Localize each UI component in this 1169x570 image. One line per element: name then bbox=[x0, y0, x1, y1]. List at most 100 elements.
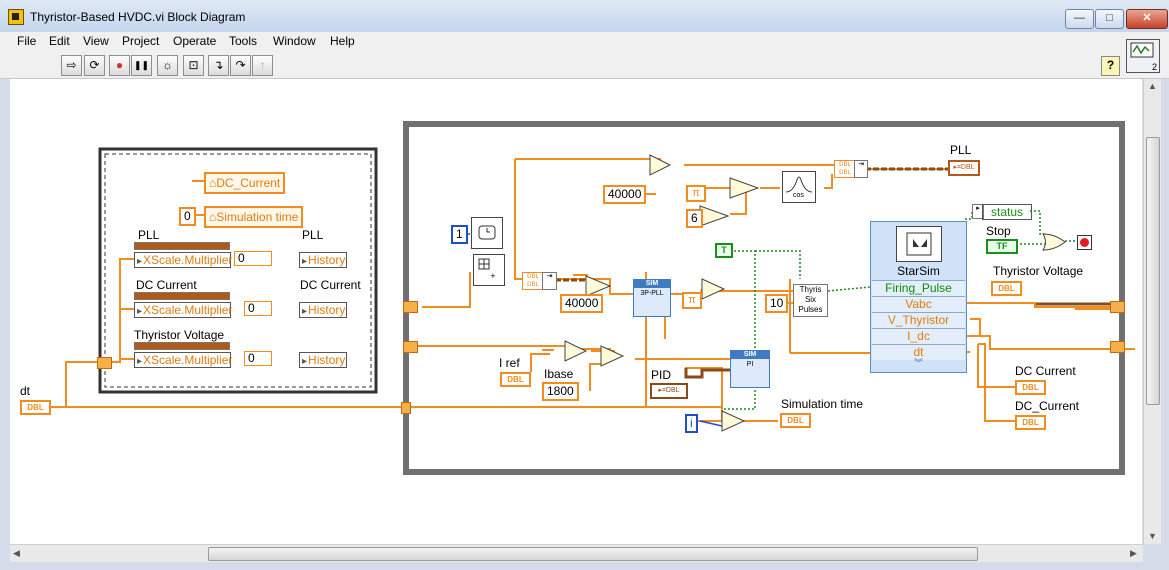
bundle-by-name-icon[interactable]: + bbox=[473, 254, 505, 286]
status-unbundle[interactable]: status bbox=[982, 204, 1033, 220]
three-phase-pll-block[interactable]: SIM 3P-PLL bbox=[633, 279, 671, 317]
menu-edit[interactable]: Edit bbox=[49, 34, 70, 48]
pll-output-indicator[interactable]: ▸⌗DBL bbox=[948, 160, 980, 176]
stop-button-terminal[interactable]: TF bbox=[986, 239, 1018, 254]
loop-condition-terminal bbox=[1077, 235, 1092, 250]
toolbar: ⇨ ⟳ ● ❚❚ ☼ ⊡ ↴ ↷ ↑ bbox=[0, 52, 1169, 79]
thyristor-voltage-index[interactable]: 0 bbox=[244, 351, 272, 366]
build-array-out: ⇥ bbox=[854, 160, 868, 178]
thyristor-voltage-history[interactable]: History bbox=[299, 352, 347, 368]
starsim-thyristor-icon bbox=[896, 226, 942, 262]
dc-current-local-indicator[interactable]: DBL bbox=[1015, 415, 1046, 430]
simulation-time-indicator[interactable]: DBL bbox=[780, 413, 811, 428]
cos-label: cos bbox=[793, 192, 804, 199]
dc-current-xscale-multiplier[interactable]: XScale.Multiplier bbox=[134, 302, 232, 318]
minimize-button[interactable]: — bbox=[1065, 9, 1094, 29]
menu-project[interactable]: Project bbox=[122, 34, 159, 48]
cos-function-icon[interactable]: cos bbox=[782, 171, 816, 203]
simulation-time-local-variable[interactable]: ⌂Simulation time bbox=[204, 206, 304, 228]
pll-xscale-multiplier[interactable]: XScale.Multiplier bbox=[134, 252, 232, 268]
retain-wire-values-button[interactable]: ⊡ bbox=[183, 55, 204, 76]
starsim-row-v-thyristor[interactable]: V_Thyristor bbox=[872, 312, 965, 328]
thyristor-voltage-property-node-header bbox=[134, 342, 230, 350]
thyristor-voltage-label: Thyristor Voltage bbox=[993, 264, 1084, 278]
menu-bar: File Edit View Project Operate Tools Win… bbox=[0, 32, 1169, 52]
iteration-terminal: i bbox=[685, 414, 698, 433]
dbl-array-indicator: DBL DBL bbox=[522, 272, 544, 290]
i-ref-control[interactable]: DBL bbox=[500, 372, 531, 387]
highlight-execution-button[interactable]: ☼ bbox=[157, 55, 178, 76]
pi-constant-mid[interactable]: π bbox=[682, 292, 702, 309]
context-help-button[interactable]: ? bbox=[1101, 56, 1120, 76]
step-into-button[interactable]: ↴ bbox=[208, 55, 229, 76]
scroll-left-icon[interactable]: ◀ bbox=[13, 548, 20, 559]
ibase-constant[interactable]: 1800 bbox=[542, 382, 579, 401]
vi-icon: 2 bbox=[1126, 39, 1160, 73]
wait-timer-icon[interactable] bbox=[471, 217, 503, 249]
dt-control[interactable]: DBL bbox=[20, 400, 51, 415]
forty-thousand-constant-top[interactable]: 40000 bbox=[603, 185, 647, 204]
pll-history[interactable]: History bbox=[299, 252, 347, 268]
thyristor-voltage-indicator[interactable]: DBL bbox=[991, 281, 1022, 296]
dc-current-indicator[interactable]: DBL bbox=[1015, 380, 1046, 395]
starsim-node[interactable]: StarSim Firing_Pulse Vabc V_Thyristor I_… bbox=[870, 221, 967, 373]
divide-node-2 bbox=[699, 205, 730, 227]
multiply-node bbox=[721, 410, 746, 432]
dbl-array-out: DBL DBL bbox=[834, 160, 856, 178]
shift-register-right-1 bbox=[1110, 301, 1125, 313]
maximize-button[interactable]: □ bbox=[1095, 9, 1124, 29]
six-constant[interactable]: 6 bbox=[686, 209, 703, 228]
thyristor-voltage-xscale-multiplier[interactable]: XScale.Multiplier bbox=[134, 352, 232, 368]
run-continuously-button[interactable]: ⟳ bbox=[84, 55, 105, 76]
pause-button[interactable]: ❚❚ bbox=[131, 55, 152, 76]
ten-constant[interactable]: 10 bbox=[765, 294, 789, 313]
dc-current-local-label: DC_Current bbox=[1015, 399, 1080, 413]
dc-current-local-variable[interactable]: ⌂DC_Current bbox=[204, 172, 286, 194]
build-array-icon: ⇥ bbox=[542, 272, 557, 290]
pi-constant-top[interactable]: π bbox=[686, 185, 706, 202]
menu-tools[interactable]: Tools bbox=[229, 34, 257, 48]
thyristor-six-pulses-block[interactable]: Thyris Six Pulses bbox=[793, 284, 828, 317]
menu-help[interactable]: Help bbox=[330, 34, 355, 48]
scroll-up-icon[interactable]: ▲ bbox=[1148, 81, 1157, 91]
pll-index[interactable]: 0 bbox=[234, 251, 272, 266]
abort-button[interactable]: ● bbox=[109, 55, 130, 76]
true-constant[interactable]: T bbox=[715, 243, 733, 258]
pi-controller-block[interactable]: SIM PI bbox=[730, 350, 770, 388]
divide-node-5 bbox=[600, 345, 625, 367]
horizontal-scroll-thumb[interactable] bbox=[208, 547, 978, 561]
svg-text:+: + bbox=[490, 272, 496, 280]
shift-register-left-1 bbox=[403, 301, 418, 313]
horizontal-scrollbar[interactable]: ◀ ▶ bbox=[10, 544, 1143, 562]
menu-view[interactable]: View bbox=[83, 34, 109, 48]
starsim-icon-graphic bbox=[906, 232, 932, 256]
block-diagram-canvas[interactable]: ⌂DC_Current 0 ⌂Simulation time PLL XScal… bbox=[10, 79, 1142, 544]
wait-timer-graphic bbox=[478, 225, 496, 240]
pll-block-body: 3P-PLL bbox=[640, 290, 664, 297]
step-out-button[interactable]: ↑ bbox=[252, 55, 273, 76]
starsim-row-i-dc[interactable]: I_dc bbox=[872, 328, 965, 344]
scroll-down-icon[interactable]: ▼ bbox=[1148, 531, 1157, 541]
vertical-scrollbar[interactable]: ▲ ▼ bbox=[1143, 79, 1161, 544]
one-constant[interactable]: 1 bbox=[451, 225, 468, 244]
or-gate bbox=[1042, 233, 1066, 251]
pid-cluster-control[interactable]: ▸⌗DBL bbox=[650, 383, 688, 399]
vertical-scroll-thumb[interactable] bbox=[1146, 137, 1160, 405]
simulation-time-label: Simulation time bbox=[781, 397, 864, 411]
run-button[interactable]: ⇨ bbox=[61, 55, 82, 76]
dc-current-history[interactable]: History bbox=[299, 302, 347, 318]
zero-constant[interactable]: 0 bbox=[179, 207, 196, 226]
menu-file[interactable]: File bbox=[17, 34, 36, 48]
starsim-row-firing-pulse[interactable]: Firing_Pulse bbox=[872, 280, 965, 296]
close-button[interactable]: ✕ bbox=[1126, 9, 1168, 29]
pid-label: PID bbox=[651, 368, 672, 382]
scroll-right-icon[interactable]: ▶ bbox=[1130, 548, 1137, 559]
menu-window[interactable]: Window bbox=[273, 34, 316, 48]
step-over-button[interactable]: ↷ bbox=[230, 55, 251, 76]
dc-current-index[interactable]: 0 bbox=[244, 301, 272, 316]
forty-thousand-constant-bottom[interactable]: 40000 bbox=[560, 294, 604, 313]
starsim-expand-chevron[interactable]: ︾ bbox=[871, 356, 966, 369]
simulation-time-var-label: Simulation time bbox=[216, 210, 299, 224]
menu-operate[interactable]: Operate bbox=[173, 34, 216, 48]
starsim-row-vabc[interactable]: Vabc bbox=[872, 296, 965, 312]
